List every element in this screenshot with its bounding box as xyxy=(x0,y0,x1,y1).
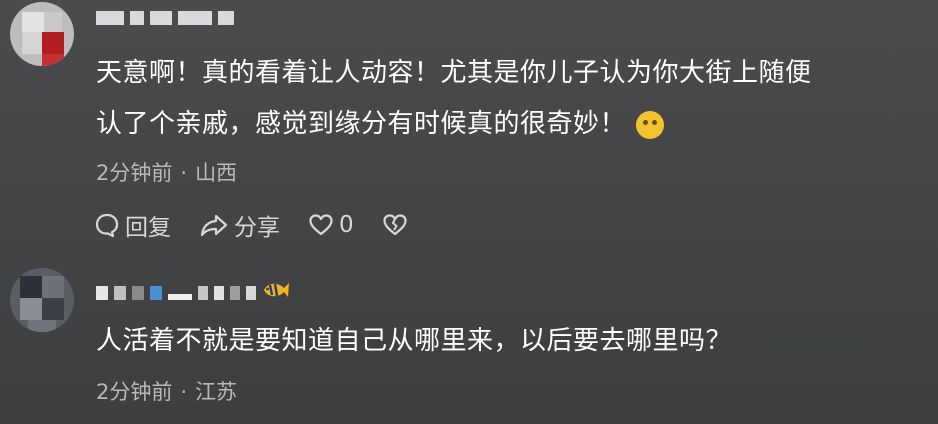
dislike-button[interactable] xyxy=(382,213,408,237)
location: 山西 xyxy=(195,161,238,185)
reply-label: 回复 xyxy=(125,215,171,241)
avatar[interactable] xyxy=(10,2,74,66)
timestamp: 2分钟前 xyxy=(96,380,173,404)
comment-text-line: 认了个亲戚，感觉到缘分有时候真的很奇妙！ xyxy=(96,99,812,150)
share-button[interactable]: 分享 xyxy=(199,208,280,242)
fish-badge-icon xyxy=(264,283,289,297)
comment-text: 人活着不就是要知道自己从哪里来，以后要去哪里吗？ xyxy=(96,316,732,367)
like-count: 0 xyxy=(339,212,354,238)
separator: · xyxy=(180,380,188,404)
timestamp: 2分钟前 xyxy=(96,161,173,185)
comment-text-line: 天意啊！真的看着让人动容！尤其是你儿子认为你大街上随便 xyxy=(96,58,812,88)
separator: · xyxy=(180,161,188,185)
broken-heart-icon xyxy=(383,214,407,236)
like-button[interactable]: 0 xyxy=(308,212,354,238)
reply-icon xyxy=(95,213,119,238)
username[interactable] xyxy=(96,283,256,303)
comment-actions: 回复 分享 0 xyxy=(94,208,436,242)
location: 江苏 xyxy=(195,380,238,404)
avatar[interactable] xyxy=(10,268,74,332)
comment-text: 天意啊！真的看着让人动容！尤其是你儿子认为你大街上随便 认了个亲戚，感觉到缘分有… xyxy=(96,48,812,150)
share-label: 分享 xyxy=(234,215,280,241)
comment-meta: 2分钟前 · 江苏 xyxy=(96,376,237,406)
thinking-face-icon xyxy=(636,110,665,139)
heart-icon xyxy=(309,214,333,236)
reply-button[interactable]: 回复 xyxy=(94,208,171,242)
comment-meta: 2分钟前 · 山西 xyxy=(96,157,237,187)
share-icon xyxy=(200,214,228,237)
username[interactable] xyxy=(96,8,234,28)
comment-text-line: 人活着不就是要知道自己从哪里来，以后要去哪里吗？ xyxy=(96,326,733,356)
